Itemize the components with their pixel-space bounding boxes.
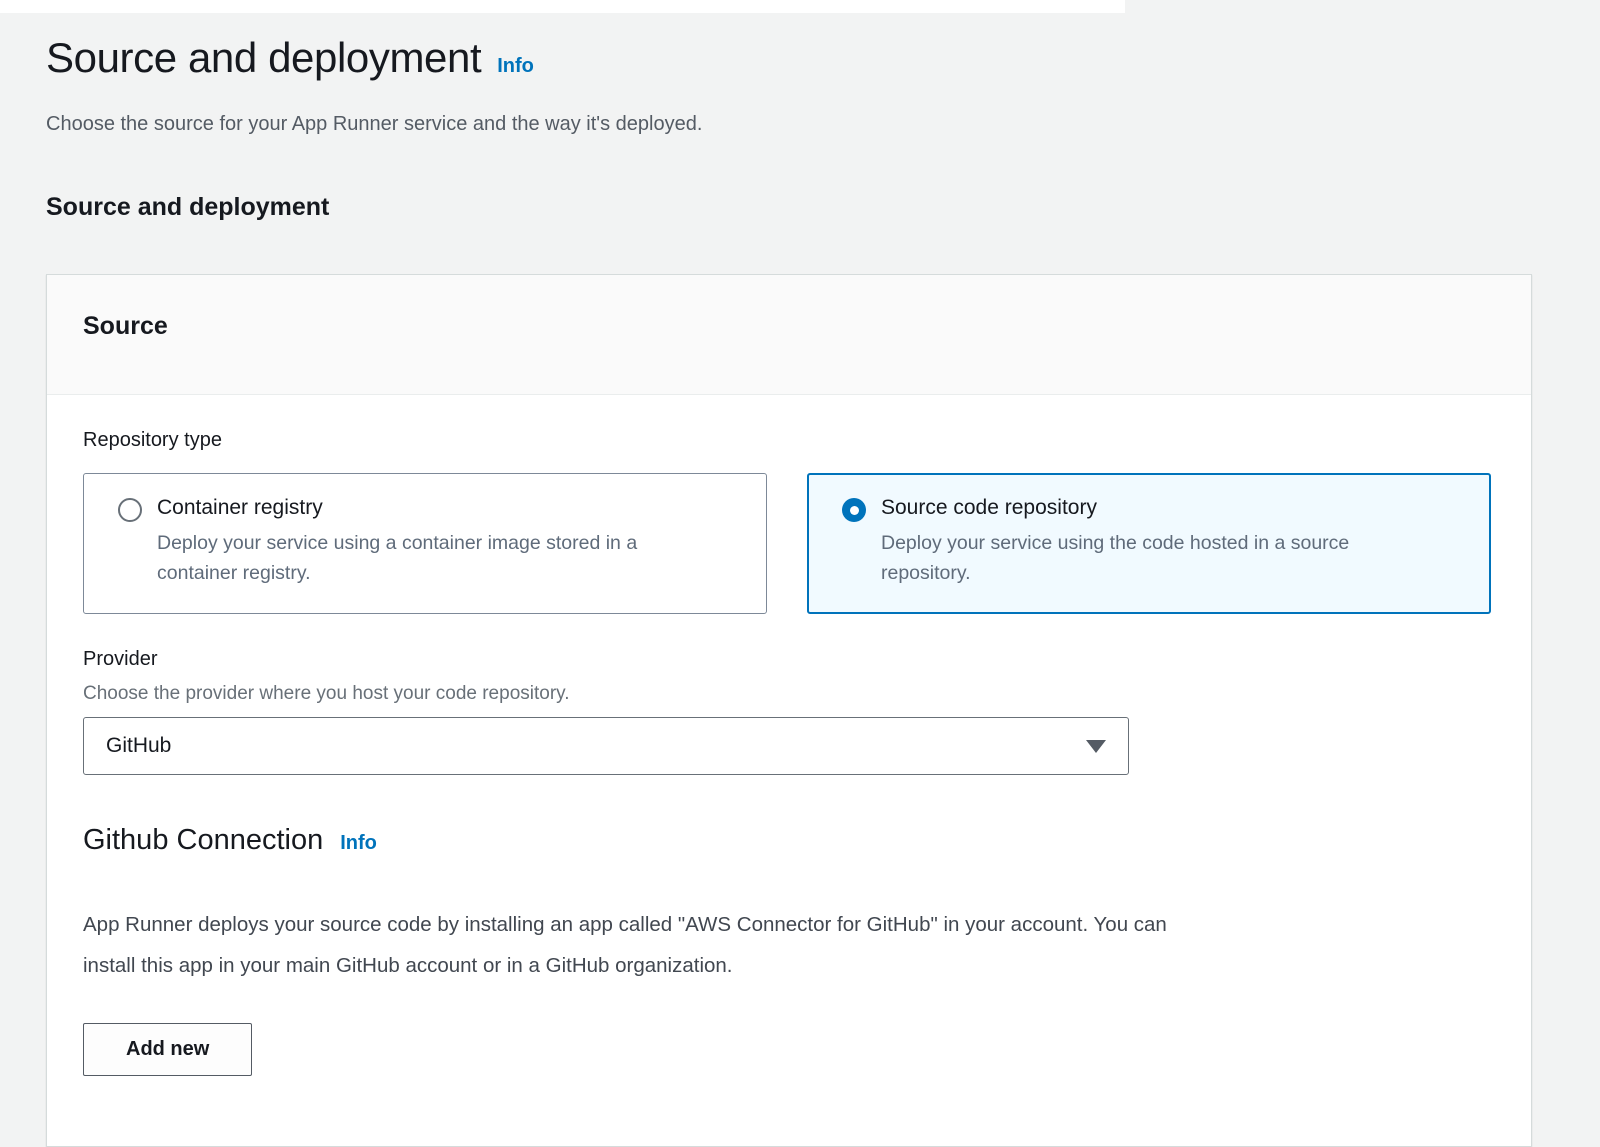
github-connection-description-line2: install this app in your main GitHub acc… bbox=[83, 945, 1491, 986]
provider-description: Choose the provider where you host your … bbox=[83, 681, 1491, 707]
page-title: Source and deployment bbox=[46, 34, 481, 82]
page-subtitle: Choose the source for your App Runner se… bbox=[46, 110, 1532, 138]
source-card: Source Repository type Container registr… bbox=[46, 274, 1532, 1147]
page-title-info-link[interactable]: Info bbox=[497, 55, 534, 78]
provider-field: Provider Choose the provider where you h… bbox=[83, 646, 1491, 775]
repository-type-options: Container registry Deploy your service u… bbox=[83, 473, 1491, 614]
section-heading: Source and deployment bbox=[46, 192, 1532, 222]
container-registry-label: Container registry bbox=[157, 493, 717, 523]
repository-type-label: Repository type bbox=[83, 427, 1491, 453]
source-code-repository-description: Deploy your service using the code hoste… bbox=[881, 528, 1426, 588]
source-card-body: Repository type Container registry Deplo… bbox=[47, 395, 1531, 1146]
source-code-repository-text: Source code repository Deploy your servi… bbox=[881, 493, 1426, 588]
container-registry-text: Container registry Deploy your service u… bbox=[157, 493, 717, 588]
provider-select[interactable]: GitHub bbox=[83, 717, 1129, 775]
github-connection-description: App Runner deploys your source code by i… bbox=[83, 904, 1491, 986]
container-registry-radio-icon[interactable] bbox=[118, 498, 142, 522]
github-connection-header: Github Connection Info bbox=[83, 822, 1491, 858]
github-connection-info-link[interactable]: Info bbox=[340, 832, 377, 855]
add-new-button[interactable]: Add new bbox=[83, 1023, 252, 1076]
source-code-repository-label: Source code repository bbox=[881, 493, 1426, 523]
provider-label: Provider bbox=[83, 646, 1491, 672]
caret-down-icon bbox=[1086, 740, 1106, 753]
page-header: Source and deployment Info bbox=[46, 34, 1532, 82]
source-card-header: Source bbox=[47, 275, 1531, 395]
provider-select-value: GitHub bbox=[106, 734, 171, 758]
repository-type-option-container-registry[interactable]: Container registry Deploy your service u… bbox=[83, 473, 767, 614]
source-and-deployment-page: Source and deployment Info Choose the so… bbox=[0, 0, 1600, 1147]
source-card-title: Source bbox=[83, 312, 168, 340]
repository-type-option-source-code-repository[interactable]: Source code repository Deploy your servi… bbox=[807, 473, 1491, 614]
source-code-repository-radio-icon[interactable] bbox=[842, 498, 866, 522]
container-registry-description: Deploy your service using a container im… bbox=[157, 528, 717, 588]
github-connection-heading: Github Connection bbox=[83, 822, 323, 858]
github-connection-description-line1: App Runner deploys your source code by i… bbox=[83, 904, 1491, 945]
page-top-edge bbox=[0, 0, 1125, 13]
